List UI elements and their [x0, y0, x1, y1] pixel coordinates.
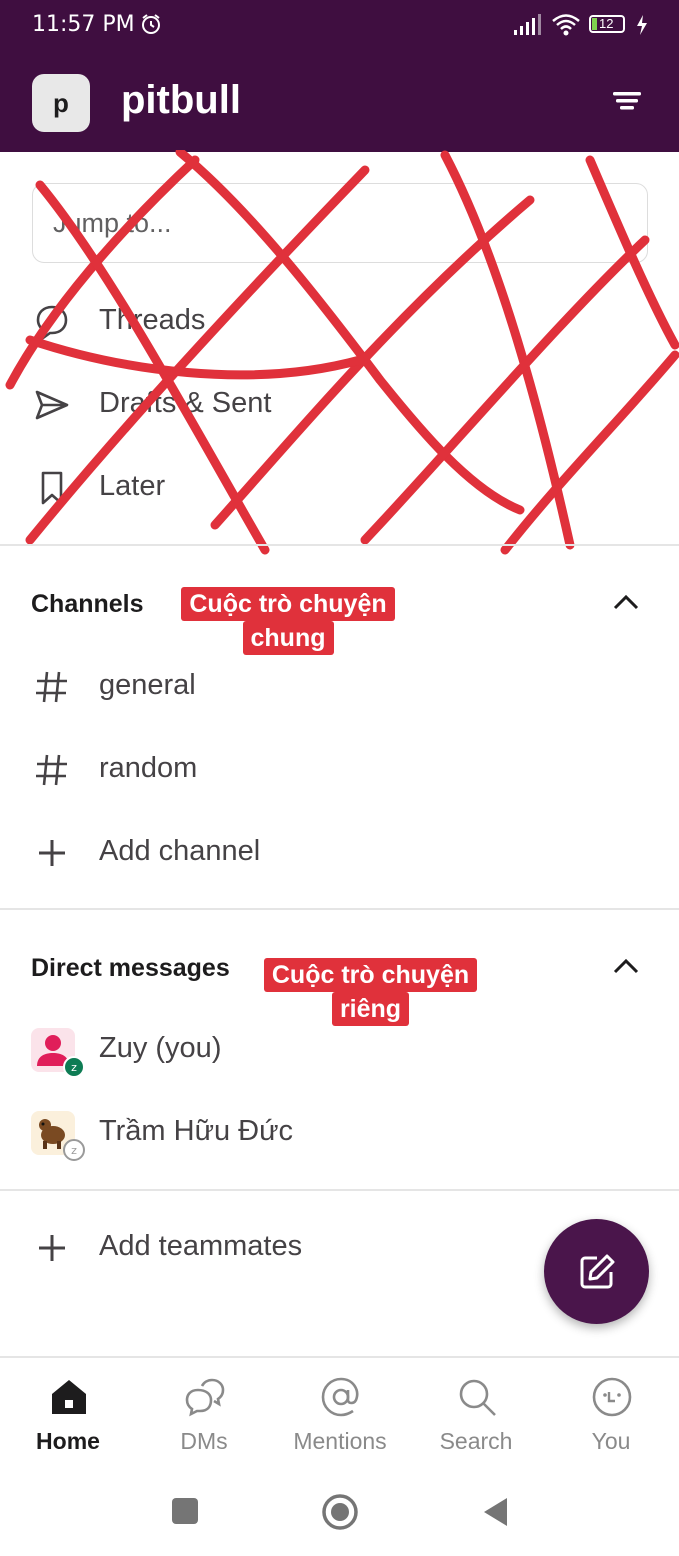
compose-icon: [580, 1254, 615, 1289]
chevron-up-icon[interactable]: [611, 592, 641, 612]
scribble-overlay: [5, 150, 679, 555]
signal-icon: [514, 14, 541, 35]
wifi-icon: [552, 14, 580, 36]
workspace-avatar[interactable]: p: [32, 74, 90, 132]
tab-you[interactable]: You: [543, 1358, 679, 1468]
search-icon: [459, 1379, 496, 1416]
bottom-tab-bar: Home DMs Mentions Search You: [0, 1356, 679, 1468]
tab-label: Search: [439, 1428, 513, 1454]
tab-label: You: [591, 1428, 631, 1454]
channel-item[interactable]: random: [0, 731, 679, 811]
battery-level: 12: [599, 16, 614, 31]
status-time: 11:57 PM: [32, 12, 135, 37]
channel-label: general: [99, 669, 196, 701]
dm-item[interactable]: Trầm Hữu Đức: [0, 1094, 679, 1174]
tab-label: Home: [36, 1428, 100, 1454]
system-nav-bar: [0, 1466, 679, 1556]
tab-search[interactable]: Search: [408, 1358, 544, 1468]
chevron-up-icon[interactable]: [611, 956, 641, 976]
dm-section-title[interactable]: Direct messages: [31, 954, 230, 983]
annotation-line: Cuộc trò chuyện: [181, 587, 395, 621]
dm-label: Zuy (you): [99, 1032, 222, 1064]
plus-icon: [39, 1235, 65, 1261]
plus-icon: [39, 840, 65, 866]
section-divider: [0, 908, 679, 910]
battery-icon: 12: [589, 15, 625, 33]
workspace-header: p pitbull: [0, 54, 679, 152]
add-channel-button[interactable]: Add channel: [0, 814, 679, 894]
tab-mentions[interactable]: Mentions: [272, 1358, 408, 1468]
tab-home[interactable]: Home: [0, 1358, 136, 1468]
workspace-name[interactable]: pitbull: [121, 78, 241, 123]
recents-button[interactable]: [172, 1498, 198, 1524]
channel-label: random: [99, 752, 198, 784]
dms-icon: [185, 1378, 225, 1417]
tab-label: DMs: [180, 1428, 228, 1454]
annotation-line: Cuộc trò chuyện: [263, 958, 478, 992]
mentions-icon: [321, 1377, 359, 1417]
dm-label: Trầm Hữu Đức: [99, 1115, 294, 1147]
compose-button[interactable]: [544, 1219, 649, 1324]
annotation-channels: Cuộc trò chuyện chung: [179, 587, 397, 655]
dm-item[interactable]: Zuy (you): [0, 1011, 679, 1091]
filter-icon[interactable]: [612, 86, 642, 116]
tab-dms[interactable]: DMs: [136, 1358, 272, 1468]
channels-section-title[interactable]: Channels: [31, 590, 144, 619]
hash-icon: [36, 754, 67, 786]
add-channel-label: Add channel: [99, 835, 261, 867]
back-icon[interactable]: [481, 1496, 509, 1528]
status-bar: 11:57 PM 12: [0, 0, 679, 54]
section-divider: [0, 1189, 679, 1191]
you-icon: [592, 1377, 632, 1417]
channel-item[interactable]: general: [0, 648, 679, 728]
home-icon: [52, 1380, 86, 1414]
add-teammates-label: Add teammates: [99, 1230, 303, 1262]
hash-icon: [36, 671, 67, 703]
section-divider: [0, 544, 679, 546]
alarm-icon: [142, 14, 160, 34]
home-circle-icon[interactable]: [321, 1493, 359, 1531]
tab-label: Mentions: [293, 1428, 387, 1454]
charging-icon: [637, 15, 647, 35]
